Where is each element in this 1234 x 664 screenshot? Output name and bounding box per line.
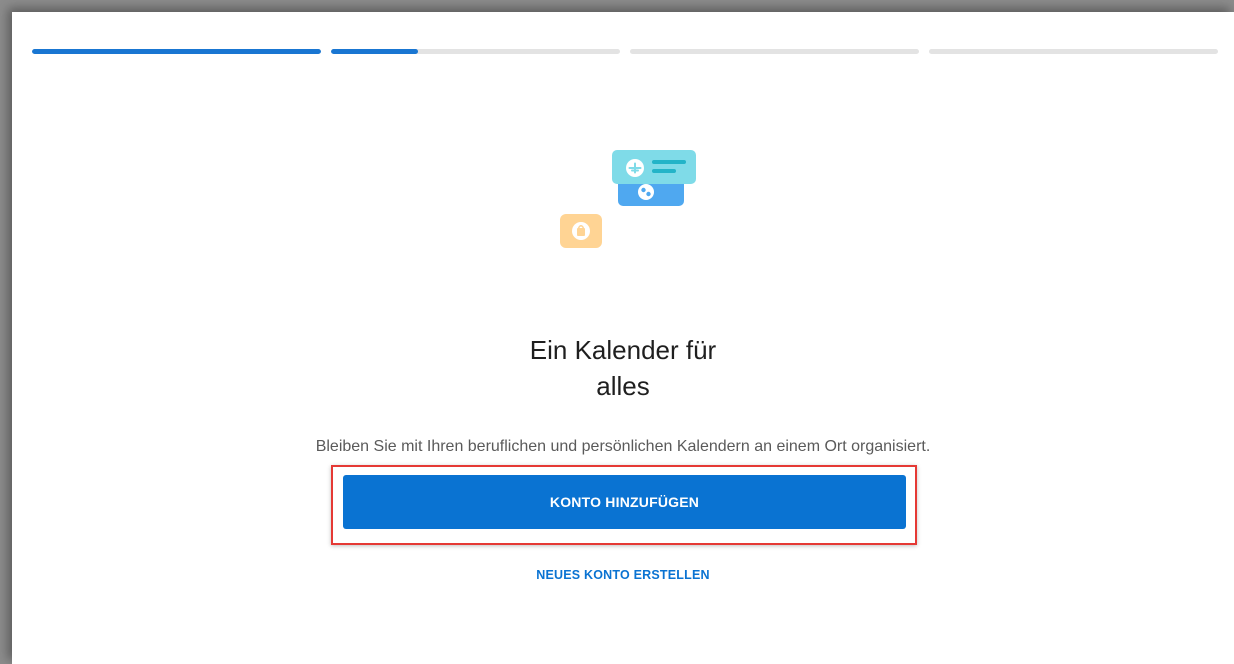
create-account-link[interactable]: NEUES KONTO ERSTELLEN [12, 568, 1234, 582]
ball-icon [638, 184, 654, 200]
progress-step-1 [32, 49, 321, 54]
cyan-card [612, 150, 696, 184]
shopping-bag-icon [572, 222, 590, 240]
text-line [652, 169, 676, 173]
onboarding-progress [32, 49, 1218, 54]
app-window: Ein Kalender für alles Bleiben Sie mit I… [12, 12, 1234, 664]
title-line-2: alles [596, 371, 650, 401]
progress-step-3 [630, 49, 919, 54]
page-subtitle: Bleiben Sie mit Ihren beruflichen und pe… [315, 438, 931, 455]
text-line [652, 160, 686, 164]
add-account-button[interactable]: KONTO HINZUFÜGEN [343, 475, 906, 529]
progress-step-4 [929, 49, 1218, 54]
calendar-illustration [560, 150, 696, 248]
page-title: Ein Kalender für alles [12, 332, 1234, 404]
airplane-icon [626, 159, 644, 177]
progress-step-2 [331, 49, 620, 54]
title-line-1: Ein Kalender für [529, 335, 717, 365]
